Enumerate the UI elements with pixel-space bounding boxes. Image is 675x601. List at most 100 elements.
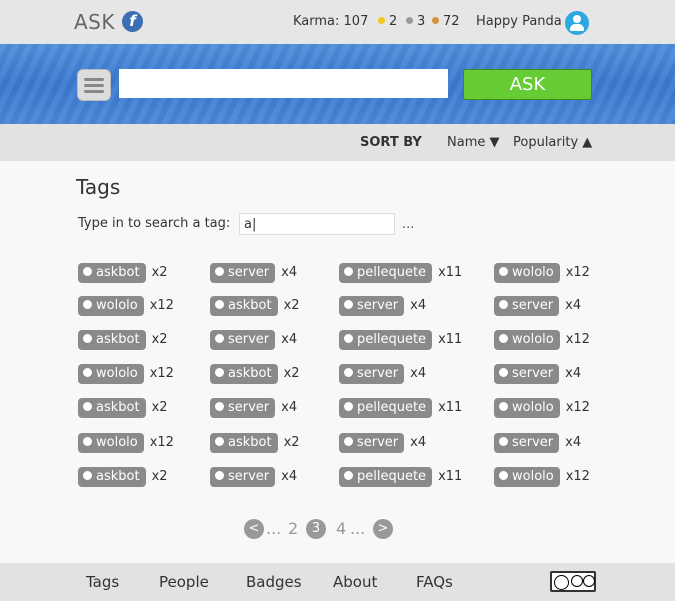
- tag-chip[interactable]: wololo: [494, 466, 560, 487]
- cc-icon: [554, 575, 569, 590]
- sort-asc-icon: ▲: [582, 135, 593, 150]
- tag-search-more[interactable]: ...: [402, 217, 414, 232]
- page-4-link[interactable]: 4: [336, 519, 346, 538]
- silver-badge-count: 3: [406, 14, 425, 29]
- current-page[interactable]: 3: [306, 519, 326, 539]
- tag-chip[interactable]: pellequete: [339, 397, 433, 418]
- tag-bullet-icon: [344, 333, 353, 343]
- tag-chip[interactable]: pellequete: [339, 262, 433, 283]
- footer-link-faqs[interactable]: FAQs: [416, 573, 453, 591]
- tag-chip[interactable]: server: [494, 432, 560, 453]
- tag-count: x4: [281, 400, 298, 415]
- fedora-logo-icon[interactable]: f: [122, 11, 143, 32]
- tag-chip[interactable]: server: [494, 363, 560, 384]
- tag-item: askbot x2: [78, 262, 168, 284]
- next-page-button[interactable]: >: [373, 519, 393, 539]
- bronze-badge-count: 72: [432, 14, 460, 29]
- tag-chip[interactable]: askbot: [210, 363, 278, 384]
- tag-chip[interactable]: pellequete: [339, 329, 433, 350]
- tag-bullet-icon: [83, 436, 92, 446]
- tag-chip[interactable]: server: [210, 262, 276, 283]
- ask-button[interactable]: ASK: [463, 69, 592, 100]
- tag-count: x4: [410, 298, 427, 313]
- tag-name: server: [357, 297, 399, 313]
- page-2-link[interactable]: 2: [288, 519, 298, 538]
- sort-by-popularity[interactable]: Popularity ▲: [513, 135, 592, 150]
- tag-chip[interactable]: askbot: [210, 295, 278, 316]
- tag-bullet-icon: [344, 436, 353, 446]
- tag-count: x4: [281, 332, 298, 347]
- tag-item: server x4: [494, 432, 581, 454]
- tag-bullet-icon: [499, 367, 508, 377]
- tag-chip[interactable]: server: [210, 397, 276, 418]
- hamburger-line: [84, 84, 104, 87]
- tag-item: server x4: [210, 262, 297, 284]
- tag-chip[interactable]: server: [339, 363, 405, 384]
- tag-bullet-icon: [344, 299, 353, 309]
- tag-name: wololo: [96, 434, 138, 450]
- tag-chip[interactable]: askbot: [78, 329, 146, 350]
- tag-bullet-icon: [83, 367, 92, 377]
- tag-bullet-icon: [344, 266, 353, 276]
- tag-name: server: [228, 468, 270, 484]
- sort-by-name[interactable]: Name ▼: [447, 135, 500, 150]
- tag-chip[interactable]: server: [210, 466, 276, 487]
- tag-name: server: [512, 434, 554, 450]
- tag-count: x11: [438, 400, 463, 415]
- username-link[interactable]: Happy Panda: [476, 14, 562, 29]
- tag-bullet-icon: [215, 367, 224, 377]
- site-logo-text[interactable]: ASK: [74, 10, 115, 34]
- tag-chip[interactable]: server: [339, 295, 405, 316]
- tag-item: server x4: [339, 295, 426, 317]
- tag-item: server x4: [339, 363, 426, 385]
- tag-name: askbot: [96, 468, 140, 484]
- tag-chip[interactable]: wololo: [78, 295, 144, 316]
- tag-chip[interactable]: server: [339, 432, 405, 453]
- footer-link-people[interactable]: People: [159, 573, 209, 591]
- footer-link-badges[interactable]: Badges: [246, 573, 302, 591]
- tag-count: x12: [149, 298, 174, 313]
- tag-name: askbot: [228, 434, 272, 450]
- menu-button[interactable]: [77, 69, 111, 101]
- footer-link-about[interactable]: About: [333, 573, 377, 591]
- tag-bullet-icon: [83, 401, 92, 411]
- tag-name: askbot: [96, 331, 140, 347]
- tag-chip[interactable]: pellequete: [339, 466, 433, 487]
- tag-chip[interactable]: wololo: [78, 432, 144, 453]
- tag-count: x11: [438, 332, 463, 347]
- tag-chip[interactable]: askbot: [210, 432, 278, 453]
- cc-sharealike-icon: [583, 575, 595, 587]
- tag-count: x2: [151, 469, 168, 484]
- tag-item: wololo x12: [78, 363, 174, 385]
- page-title: Tags: [76, 175, 121, 199]
- question-search-input[interactable]: [119, 69, 448, 98]
- tag-item: wololo x12: [494, 397, 590, 419]
- search-band: ASK: [0, 44, 675, 124]
- tag-name: wololo: [512, 331, 554, 347]
- prev-page-button[interactable]: <: [244, 519, 264, 539]
- tag-bullet-icon: [499, 266, 508, 276]
- tag-bullet-icon: [499, 401, 508, 411]
- user-avatar-icon[interactable]: [565, 11, 589, 35]
- tag-chip[interactable]: wololo: [494, 262, 560, 283]
- tag-chip[interactable]: askbot: [78, 262, 146, 283]
- tag-chip[interactable]: askbot: [78, 466, 146, 487]
- footer-link-tags[interactable]: Tags: [86, 573, 119, 591]
- tag-count: x2: [283, 435, 300, 450]
- tag-bullet-icon: [344, 470, 353, 480]
- tag-count: x12: [149, 366, 174, 381]
- tag-name: wololo: [96, 297, 138, 313]
- tag-item: askbot x2: [210, 363, 300, 385]
- tag-chip[interactable]: wololo: [494, 329, 560, 350]
- tag-search-input[interactable]: [239, 213, 395, 235]
- tag-chip[interactable]: server: [494, 295, 560, 316]
- tag-bullet-icon: [344, 367, 353, 377]
- tag-item: wololo x12: [78, 432, 174, 454]
- tag-chip[interactable]: wololo: [78, 363, 144, 384]
- cc-by-icon[interactable]: [550, 571, 596, 592]
- footer: Tags People Badges About FAQs: [0, 563, 675, 601]
- tag-chip[interactable]: wololo: [494, 397, 560, 418]
- tag-item: askbot x2: [210, 295, 300, 317]
- tag-chip[interactable]: askbot: [78, 397, 146, 418]
- tag-chip[interactable]: server: [210, 329, 276, 350]
